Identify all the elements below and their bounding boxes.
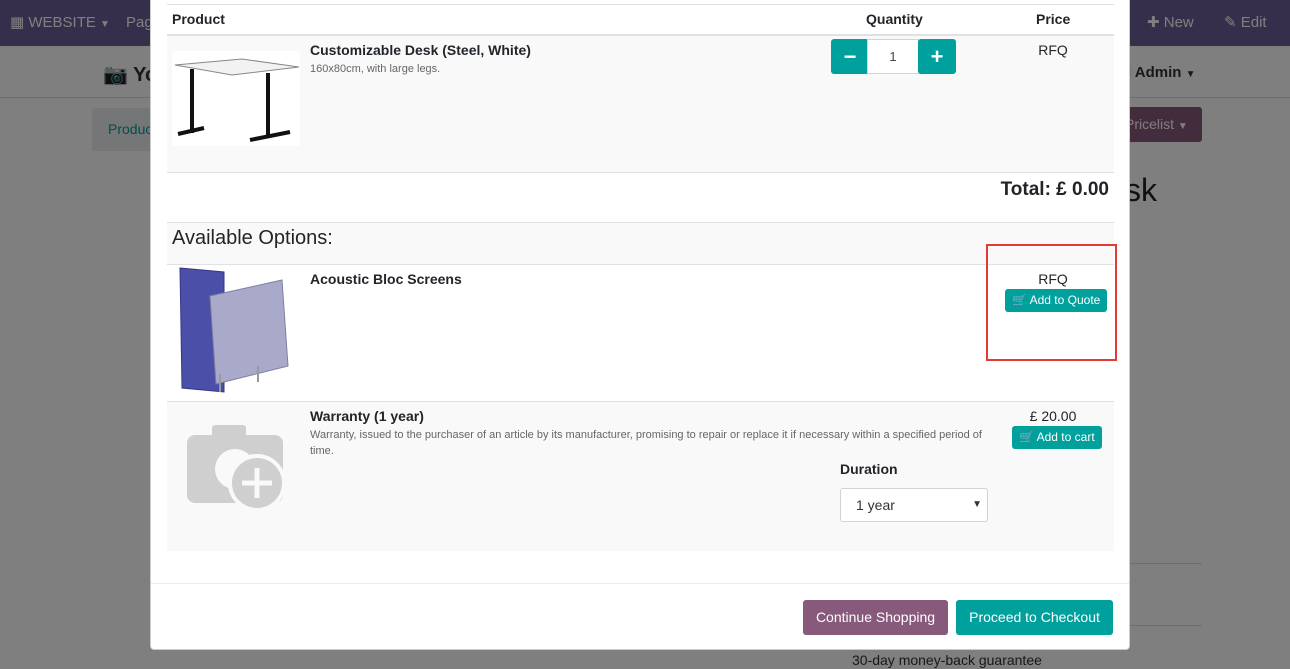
cart-total: Total: £ 0.00 [1000, 179, 1109, 200]
duration-select[interactable]: 1 year ▼ [840, 488, 988, 522]
available-options-heading: Available Options: [172, 227, 333, 249]
column-header-quantity: Quantity [866, 11, 923, 27]
duration-label: Duration [840, 461, 898, 477]
add-to-cart-button[interactable]: 🛒 Add to cart [1012, 426, 1102, 449]
add-to-cart-label: Add to cart [1036, 430, 1095, 444]
modal-footer-divider [151, 583, 1129, 584]
optional-products-modal: Product Quantity Price Customizable Desk… [150, 0, 1130, 650]
row-divider [167, 172, 1114, 173]
continue-shopping-button[interactable]: Continue Shopping [803, 600, 948, 635]
option-price: £ 20.00 [1029, 408, 1077, 424]
table-top-border [167, 4, 1114, 5]
table-row [167, 402, 1114, 551]
column-header-price: Price [1036, 11, 1071, 27]
acoustic-screens-image [172, 266, 300, 396]
caret-down-icon: ▼ [972, 499, 982, 510]
quantity-increase-button[interactable]: + [918, 39, 956, 74]
plus-icon: + [930, 44, 944, 69]
option-name: Acoustic Bloc Screens [310, 271, 462, 287]
option-description: Warranty, issued to the purchaser of an … [310, 429, 982, 457]
cart-item-name: Customizable Desk (Steel, White) [310, 42, 531, 58]
column-header-product: Product [172, 11, 225, 27]
highlight-box [986, 244, 1117, 361]
minus-icon: − [843, 44, 857, 69]
cart-item-price: RFQ [1038, 42, 1068, 58]
camera-placeholder-icon [172, 415, 300, 515]
desk-image [172, 51, 300, 146]
row-divider [167, 264, 1114, 265]
quantity-input[interactable]: 1 [867, 39, 919, 74]
quantity-decrease-button[interactable]: − [831, 39, 869, 74]
duration-select-value: 1 year [856, 497, 895, 513]
cart-icon: 🛒 [1019, 430, 1034, 444]
option-name: Warranty (1 year) [310, 408, 424, 424]
proceed-to-checkout-button[interactable]: Proceed to Checkout [956, 600, 1113, 635]
cart-item-description: 160x80cm, with large legs. [310, 63, 441, 75]
